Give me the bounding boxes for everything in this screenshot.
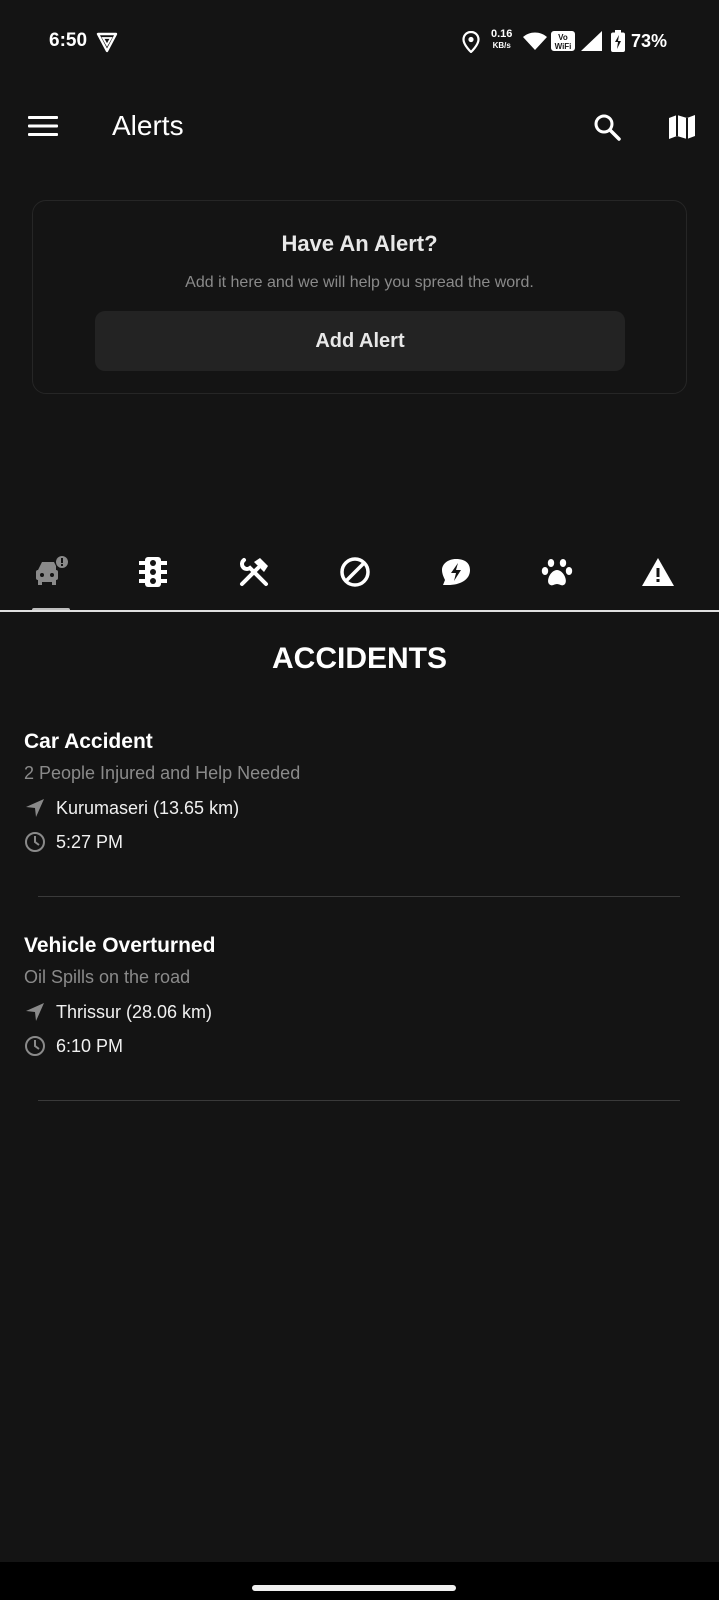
vowifi-line2: WiFi (554, 42, 572, 51)
battery-percent: 73% (631, 31, 668, 51)
search-icon[interactable] (592, 112, 622, 142)
signal-icon (581, 31, 603, 56)
wifi-icon (523, 32, 547, 55)
paw-icon (541, 556, 573, 593)
navigation-arrow-icon (24, 1001, 46, 1023)
alert-time: 6:10 PM (56, 1035, 124, 1056)
vowifi-line1: Vo (558, 33, 568, 42)
menu-icon[interactable] (26, 114, 60, 138)
tab-traffic[interactable] (133, 554, 173, 594)
tab-power[interactable] (436, 554, 476, 594)
vpn-shield-icon (96, 31, 118, 53)
home-gesture-bar[interactable] (252, 1585, 456, 1591)
traffic-light-icon (138, 556, 168, 593)
map-icon[interactable] (667, 112, 697, 142)
tab-accidents[interactable] (32, 554, 72, 594)
alert-time: 5:27 PM (56, 831, 124, 852)
alert-description: 2 People Injured and Help Needed (24, 763, 301, 783)
category-tabs (0, 548, 719, 612)
clock-icon (24, 1035, 46, 1057)
speed-unit: KB/s (492, 41, 511, 50)
page-title: Alerts (112, 110, 184, 141)
vowifi-icon: Vo WiFi (551, 31, 575, 51)
list-divider (38, 1100, 680, 1101)
alert-location: Thrissur (28.06 km) (56, 1001, 213, 1022)
clock-icon (24, 831, 46, 853)
tabs-divider (0, 610, 719, 612)
alert-title: Vehicle Overturned (24, 934, 216, 957)
speed-value: 0.16 (491, 28, 513, 40)
system-nav-bar (0, 1562, 719, 1600)
navigation-arrow-icon (24, 797, 46, 819)
alert-title: Car Accident (24, 730, 153, 753)
alert-location: Kurumaseri (13.65 km) (56, 797, 240, 818)
power-leaf-icon (440, 556, 472, 593)
battery-charging-icon (611, 30, 625, 57)
location-icon (462, 30, 480, 58)
alert-time-row: 5:27 PM (24, 830, 123, 854)
status-bar: 6:50 0.16 KB/s Vo WiFi 73% (0, 0, 719, 84)
alert-location-row: Kurumaseri (13.65 km) (24, 796, 239, 820)
car-alert-icon (34, 555, 70, 593)
tab-road-works[interactable] (234, 554, 274, 594)
alert-time-row: 6:10 PM (24, 1034, 123, 1058)
status-time: 6:50 (49, 30, 88, 51)
alert-description: Oil Spills on the road (24, 967, 191, 987)
alert-location-row: Thrissur (28.06 km) (24, 1000, 212, 1024)
network-speed: 0.16 KB/s (491, 28, 512, 52)
card-subtitle: Add it here and we will help you spread … (185, 274, 534, 291)
tab-animals[interactable] (537, 554, 577, 594)
section-title: ACCIDENTS (271, 642, 447, 675)
block-icon (339, 556, 371, 593)
tab-other-hazards[interactable] (638, 554, 678, 594)
tab-road-block[interactable] (335, 554, 375, 594)
add-alert-button[interactable]: Add Alert (95, 311, 625, 371)
add-alert-card: Have An Alert? Add it here and we will h… (32, 200, 687, 394)
warning-icon (641, 557, 675, 592)
list-divider (38, 896, 680, 897)
tools-icon (238, 556, 270, 593)
card-title: Have An Alert? (281, 231, 438, 256)
